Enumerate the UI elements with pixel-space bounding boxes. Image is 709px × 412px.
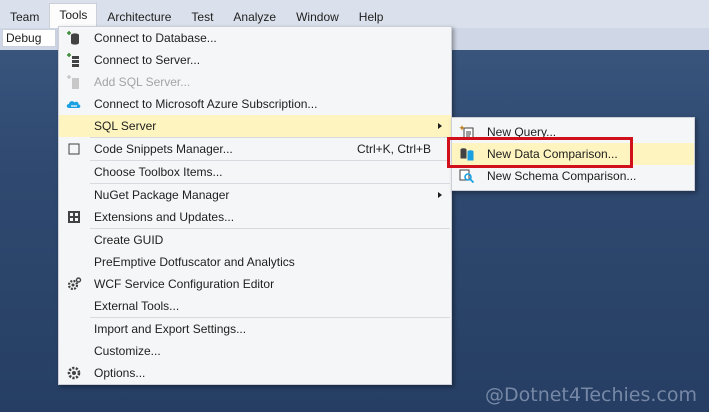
submenu-item-label: New Schema Comparison...	[487, 169, 637, 183]
menu-item-label: Customize...	[94, 344, 161, 358]
configuration-dropdown[interactable]: Debug	[2, 29, 56, 47]
menu-item-extensions[interactable]: Extensions and Updates...	[59, 206, 451, 228]
gear-icon	[67, 366, 81, 380]
menu-help[interactable]: Help	[349, 5, 394, 27]
submenu-arrow-icon	[438, 192, 442, 198]
menu-item-shortcut: Ctrl+K, Ctrl+B	[356, 142, 431, 156]
menu-item-create-guid[interactable]: Create GUID	[59, 229, 451, 251]
menu-item-add-sql-server: Add SQL Server...	[59, 71, 451, 93]
sql-server-submenu: New Query... New Data Comparison... New …	[451, 117, 695, 191]
sql-server-add-icon	[67, 75, 79, 89]
menu-architecture[interactable]: Architecture	[97, 5, 181, 27]
menu-item-label: Connect to Microsoft Azure Subscription.…	[94, 97, 318, 111]
vs-window: Team Tools Architecture Test Analyze Win…	[0, 0, 709, 412]
menu-test[interactable]: Test	[181, 5, 223, 27]
submenu-item-label: New Query...	[487, 125, 557, 139]
menu-item-wcf-editor[interactable]: WCF Service Configuration Editor	[59, 273, 451, 295]
menu-item-code-snippets[interactable]: Code Snippets Manager... Ctrl+K, Ctrl+B	[59, 138, 451, 160]
menu-window[interactable]: Window	[286, 5, 349, 27]
extensions-icon	[68, 211, 80, 223]
menu-item-dotfuscator[interactable]: PreEmptive Dotfuscator and Analytics	[59, 251, 451, 273]
menu-item-sql-server[interactable]: SQL Server	[59, 115, 451, 137]
menu-item-customize[interactable]: Customize...	[59, 340, 451, 362]
menu-item-label: Connect to Server...	[94, 53, 201, 67]
menu-item-connect-server[interactable]: Connect to Server...	[59, 49, 451, 71]
menu-item-label: Choose Toolbox Items...	[94, 165, 223, 179]
menu-analyze[interactable]: Analyze	[223, 5, 286, 27]
watermark: @Dotnet4Techies.com	[484, 384, 697, 406]
menu-item-label: Code Snippets Manager...	[94, 142, 233, 156]
submenu-arrow-icon	[438, 123, 442, 129]
menu-item-label: Import and Export Settings...	[94, 322, 247, 336]
submenu-item-new-schema-comparison[interactable]: New Schema Comparison...	[452, 165, 694, 187]
menu-item-label: External Tools...	[94, 299, 180, 313]
menu-item-import-export[interactable]: Import and Export Settings...	[59, 318, 451, 340]
menu-item-label: Connect to Database...	[94, 31, 217, 45]
submenu-item-new-data-comparison[interactable]: New Data Comparison...	[452, 143, 694, 165]
wcf-gear-icon	[67, 277, 82, 291]
menu-item-label: WCF Service Configuration Editor	[94, 277, 275, 291]
menu-bar: Team Tools Architecture Test Analyze Win…	[0, 0, 709, 29]
submenu-item-new-query[interactable]: New Query...	[452, 121, 694, 143]
snippet-icon	[68, 143, 80, 155]
menu-item-connect-database[interactable]: Connect to Database...	[59, 27, 451, 49]
menu-item-options[interactable]: Options...	[59, 362, 451, 384]
data-compare-icon	[460, 148, 474, 161]
tools-menu: Connect to Database... Connect to Server…	[58, 26, 452, 385]
submenu-item-label: New Data Comparison...	[487, 147, 618, 161]
menu-item-label: SQL Server	[94, 119, 157, 133]
new-query-icon	[459, 125, 474, 140]
menu-item-label: Extensions and Updates...	[94, 210, 235, 224]
schema-compare-icon	[459, 169, 475, 184]
menu-item-label: Create GUID	[94, 233, 164, 247]
menu-item-connect-azure[interactable]: Connect to Microsoft Azure Subscription.…	[59, 93, 451, 115]
azure-cloud-icon	[66, 101, 81, 108]
database-add-icon	[67, 31, 79, 45]
menu-item-label: NuGet Package Manager	[94, 188, 230, 202]
menu-tools[interactable]: Tools	[49, 2, 98, 29]
menu-team[interactable]: Team	[0, 5, 49, 27]
menu-item-label: Options...	[94, 366, 146, 380]
menu-item-toolbox-items[interactable]: Choose Toolbox Items...	[59, 161, 451, 183]
server-add-icon	[67, 53, 79, 67]
menu-item-label: PreEmptive Dotfuscator and Analytics	[94, 255, 295, 269]
menu-item-nuget[interactable]: NuGet Package Manager	[59, 184, 451, 206]
menu-item-external-tools[interactable]: External Tools...	[59, 295, 451, 317]
menu-item-label: Add SQL Server...	[94, 75, 191, 89]
